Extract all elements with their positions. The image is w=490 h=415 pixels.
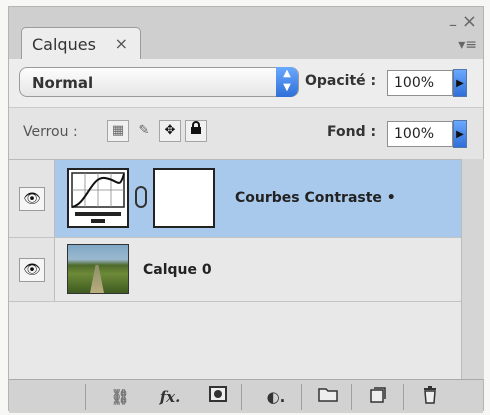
layers-panel: Calques × – × ▾≡ Normal ▲ ▼ Opacité : 100… [8, 6, 484, 413]
opacity-slider-arrow-icon[interactable]: ▶ [453, 69, 467, 97]
link-layers-icon[interactable] [135, 186, 147, 208]
minimize-icon[interactable]: – [449, 15, 457, 34]
eye-icon[interactable]: 👁 [19, 258, 45, 282]
lock-move-icon[interactable]: ✥ [159, 120, 181, 142]
tab-calques[interactable]: Calques × [21, 27, 141, 59]
visibility-cell: 👁 [9, 160, 55, 237]
layer-row-calque-0[interactable]: 👁 Calque 0 [9, 238, 461, 302]
blend-mode-select[interactable]: Normal ▲ ▼ [19, 67, 299, 97]
lock-all-icon[interactable] [185, 120, 207, 142]
lock-label: Verrou : [23, 124, 78, 140]
layers-toolbar: ⛓ fx. ◐. [9, 379, 483, 413]
toolbar-divider [403, 384, 404, 410]
layer-image-thumbnail[interactable] [67, 244, 129, 294]
lock-paint-icon[interactable]: ✎ [133, 120, 155, 142]
lock-fill-row: Verrou : ▦ ✎ ✥ Fond : 100% ▶ [9, 107, 483, 160]
fx-icon[interactable]: fx. [153, 386, 187, 408]
tab-strip: Calques × – × ▾≡ [9, 7, 483, 59]
chevron-up-down-icon: ▲ ▼ [276, 67, 298, 97]
layer-name[interactable]: Calque 0 [143, 262, 212, 278]
toolbar-divider [351, 384, 352, 410]
fill-slider-arrow-icon[interactable]: ▶ [453, 120, 467, 148]
layer-mask-thumbnail[interactable] [153, 168, 215, 228]
new-group-icon[interactable] [315, 386, 341, 408]
fill-label: Fond : [327, 124, 377, 140]
blend-mode-value: Normal [32, 74, 94, 92]
add-mask-icon[interactable] [205, 386, 231, 408]
blend-opacity-row: Normal ▲ ▼ Opacité : 100% ▶ [9, 59, 483, 107]
scrollbar[interactable] [461, 159, 484, 379]
layer-name[interactable]: Courbes Contraste • [235, 190, 396, 206]
close-panel-icon[interactable]: × [462, 11, 477, 32]
visibility-cell: 👁 [9, 238, 55, 301]
opacity-label: Opacité : [305, 73, 377, 89]
opacity-field[interactable]: 100% [387, 70, 453, 96]
toolbar-divider [301, 384, 302, 410]
new-layer-icon[interactable] [365, 386, 391, 408]
layer-row-courbes-contraste[interactable]: 👁 Courbes Contraste • [9, 160, 461, 238]
lock-transparent-icon[interactable]: ▦ [107, 120, 129, 142]
toolbar-divider [241, 384, 242, 410]
close-icon[interactable]: × [115, 34, 128, 53]
link-layers-icon[interactable]: ⛓ [105, 386, 135, 408]
fill-field[interactable]: 100% [387, 121, 453, 147]
layers-list: 👁 Courbes Contraste • 👁 Calque 0 [9, 159, 461, 380]
curves-adjustment-thumbnail[interactable] [67, 168, 129, 228]
toolbar-divider [85, 384, 86, 410]
panel-menu-icon[interactable]: ▾≡ [458, 37, 477, 53]
trash-icon[interactable] [417, 386, 443, 408]
new-adjustment-icon[interactable]: ◐. [259, 386, 293, 408]
eye-icon[interactable]: 👁 [19, 187, 45, 211]
tab-label: Calques [32, 35, 96, 54]
